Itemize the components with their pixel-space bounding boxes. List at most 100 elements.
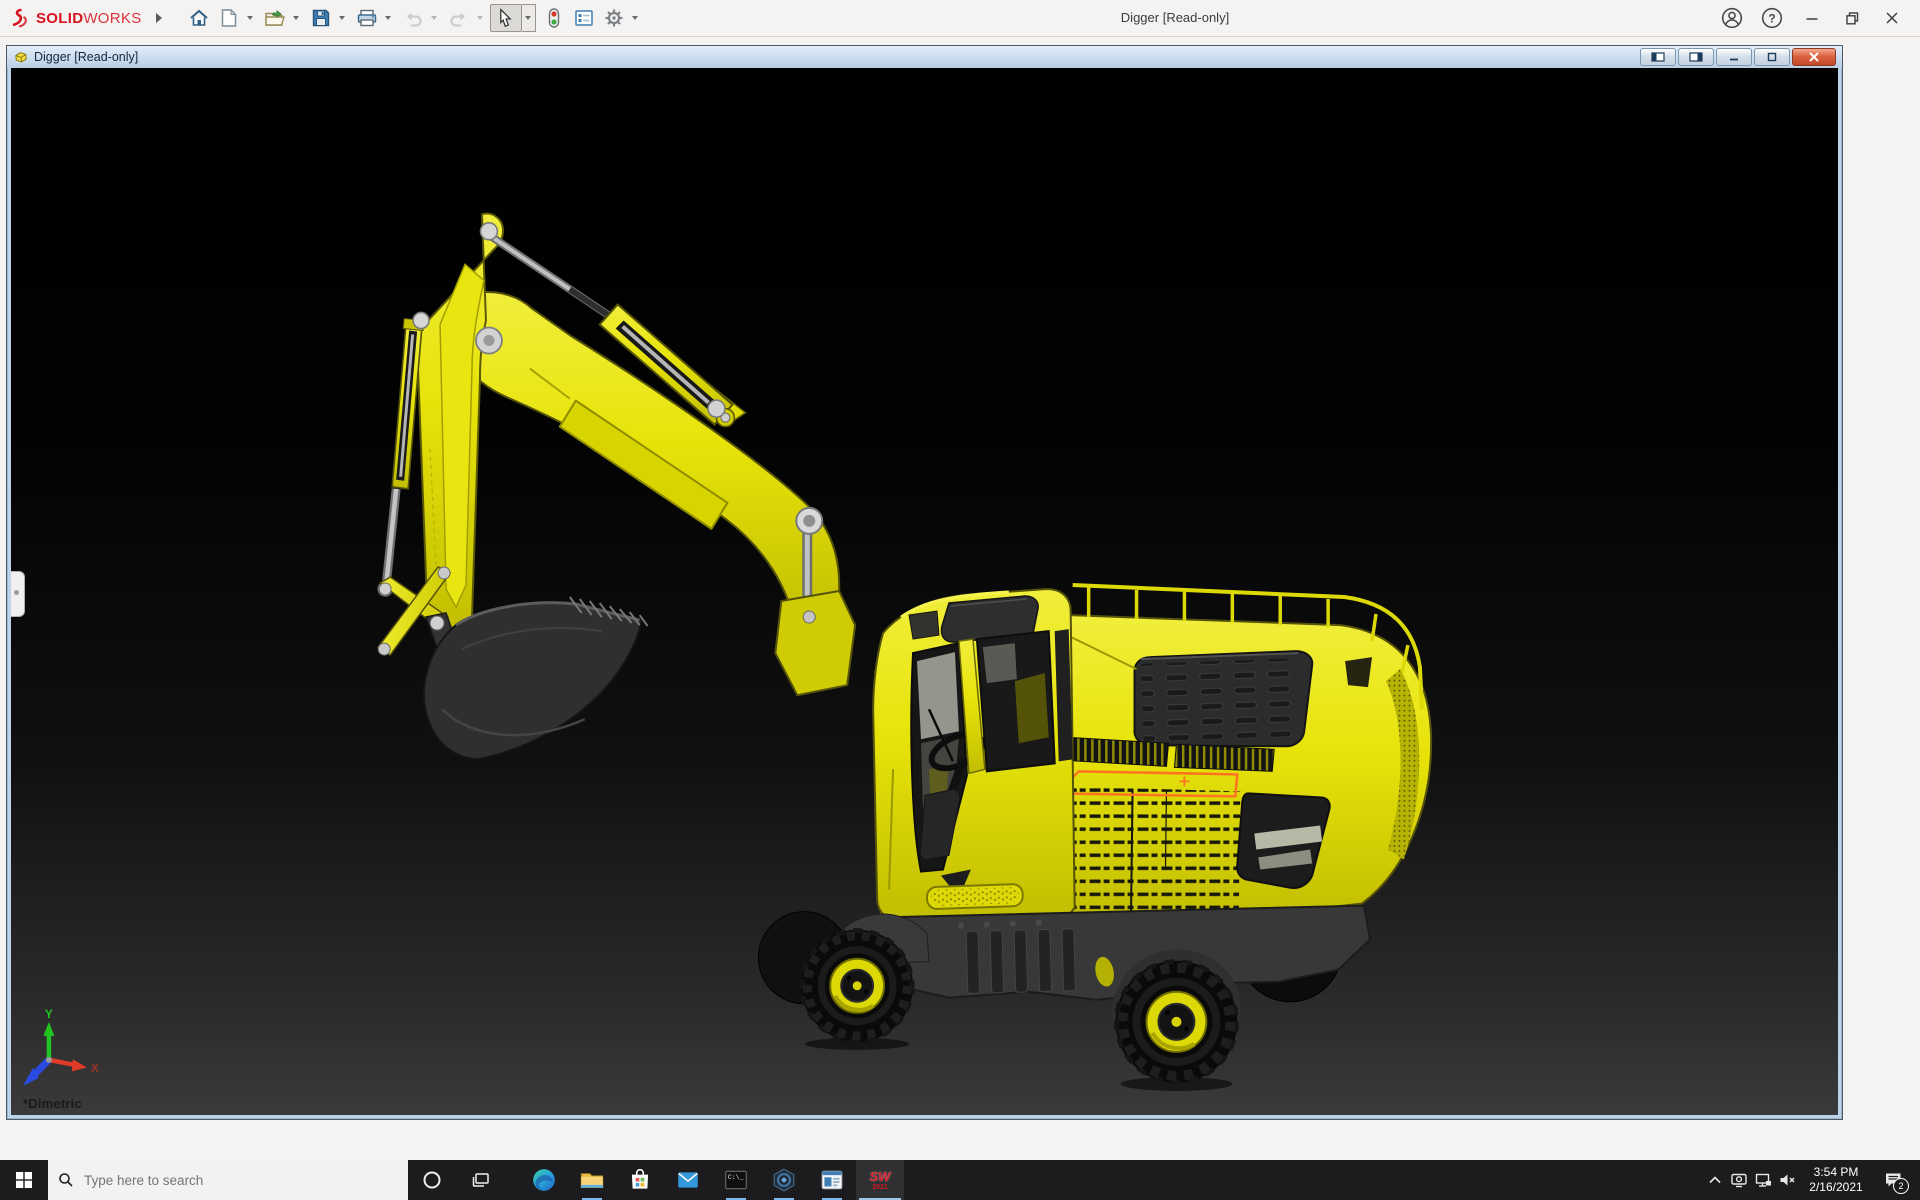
network-icon [1755, 1173, 1772, 1188]
document-titlebar[interactable]: Digger [Read-only] [7, 46, 1842, 68]
solidworks-wordmark: SOLIDWORKS [36, 10, 142, 27]
undo-dropdown[interactable] [428, 4, 441, 32]
graphics-viewport[interactable]: Y X *Dimetric [11, 68, 1838, 1115]
save-button[interactable] [306, 4, 336, 32]
solidworks-logo: SOLIDWORKS [10, 8, 142, 28]
app-title: Digger [Read-only] [1055, 0, 1295, 36]
home-icon [189, 9, 209, 27]
system-tray: 3:54 PM 2/16/2021 2 [1703, 1160, 1920, 1200]
close-icon [1885, 11, 1899, 25]
action-center-button[interactable]: 2 [1873, 1160, 1913, 1200]
search-input[interactable] [82, 1172, 346, 1189]
file-explorer-icon [579, 1167, 605, 1193]
window-app-icon [819, 1167, 845, 1193]
taskbar-app-solidworks[interactable]: SW 2021 [856, 1160, 904, 1200]
rear-wheel[interactable] [1116, 961, 1238, 1091]
mail-icon [675, 1167, 701, 1193]
doc-minimize-button[interactable] [1716, 48, 1752, 66]
command-prompt-icon: C:\_ [723, 1167, 749, 1193]
orientation-triad[interactable]: Y X [23, 1007, 99, 1086]
cortana-icon [422, 1170, 442, 1190]
taskbar-app-solidworks-tool[interactable] [808, 1160, 856, 1200]
boom-dipper[interactable] [417, 214, 503, 636]
doc-restore-button[interactable] [1754, 48, 1790, 66]
print-button[interactable] [352, 4, 382, 32]
taskbar-clock[interactable]: 3:54 PM 2/16/2021 [1799, 1165, 1873, 1195]
doc-close-button[interactable] [1792, 48, 1836, 66]
network-button[interactable] [1751, 1160, 1775, 1200]
taskbar-app-3dexperience[interactable] [760, 1160, 808, 1200]
engine-cover [1134, 651, 1312, 746]
part-document-icon [13, 49, 29, 65]
open-button[interactable] [260, 4, 290, 32]
front-wheel[interactable] [801, 930, 913, 1050]
redo-button[interactable] [444, 4, 474, 32]
print-dropdown[interactable] [382, 4, 395, 32]
cortana-button[interactable] [408, 1160, 456, 1200]
featuremanager-pane-button[interactable] [1640, 48, 1676, 66]
account-button[interactable] [1720, 6, 1744, 30]
select-tool-dropdown[interactable] [522, 4, 536, 32]
taskbar-app-edge[interactable] [520, 1160, 568, 1200]
excavator-model[interactable]: Y X [11, 68, 1838, 1115]
display-pane-button[interactable] [1678, 48, 1714, 66]
taskbar-search[interactable] [48, 1160, 408, 1200]
help-icon: ? [1761, 7, 1783, 29]
open-dropdown[interactable] [290, 4, 303, 32]
doc-close-icon [1808, 52, 1820, 62]
taskbar-app-store[interactable] [616, 1160, 664, 1200]
edge-icon [531, 1167, 557, 1193]
taskbar-app-mail[interactable] [664, 1160, 712, 1200]
windows-start-icon [15, 1171, 33, 1189]
print-icon [357, 9, 377, 27]
solidworks-taskbar-icon: SW 2021 [870, 1170, 891, 1191]
view-orientation-label: *Dimetric [23, 1096, 82, 1111]
save-dropdown[interactable] [336, 4, 349, 32]
tray-chevron-button[interactable] [1703, 1160, 1727, 1200]
document-window-controls [1640, 48, 1836, 66]
minimize-icon [1805, 11, 1819, 25]
bucket-cylinder[interactable] [378, 318, 424, 596]
close-button[interactable] [1880, 6, 1904, 30]
help-button[interactable]: ? [1760, 6, 1784, 30]
options-dropdown[interactable] [629, 4, 642, 32]
new-document-dropdown[interactable] [244, 4, 257, 32]
properties-button[interactable] [569, 4, 599, 32]
pane-right-icon [1689, 52, 1703, 62]
cab[interactable] [873, 589, 1075, 918]
home-button[interactable] [184, 4, 214, 32]
taskbar-app-file-explorer[interactable] [568, 1160, 616, 1200]
start-button[interactable] [0, 1160, 48, 1200]
search-icon [58, 1172, 74, 1188]
volume-button[interactable] [1775, 1160, 1799, 1200]
hexagon-app-icon [771, 1167, 797, 1193]
chassis[interactable] [833, 906, 1370, 1024]
featuremanager-flyout-tab[interactable] [11, 571, 25, 617]
task-view-button[interactable] [456, 1160, 504, 1200]
undo-icon [403, 10, 423, 27]
cab-side-window [977, 631, 1055, 771]
new-document-button[interactable] [214, 4, 244, 32]
select-tool-button[interactable] [490, 4, 522, 32]
options-button[interactable] [599, 4, 629, 32]
redo-dropdown[interactable] [474, 4, 487, 32]
meet-now-button[interactable] [1727, 1160, 1751, 1200]
triad-y-label: Y [45, 1007, 53, 1021]
new-document-icon [221, 9, 237, 27]
svg-text:?: ? [1768, 12, 1775, 26]
display-states-button[interactable] [539, 4, 569, 32]
restore-button[interactable] [1840, 6, 1864, 30]
volume-muted-icon [1779, 1173, 1796, 1187]
task-view-icon [470, 1171, 490, 1189]
properties-list-icon [575, 10, 593, 26]
open-icon [265, 10, 285, 27]
menu-expand-arrow[interactable] [156, 13, 162, 23]
taskbar-app-command-prompt[interactable]: C:\_ [712, 1160, 760, 1200]
document-title: Digger [Read-only] [34, 50, 138, 64]
minimize-button[interactable] [1800, 6, 1824, 30]
windows-taskbar: C:\_ SW 2021 [0, 1160, 1920, 1200]
undo-button[interactable] [398, 4, 428, 32]
solidworks-logo-icon [10, 8, 32, 28]
triad-x-label: X [91, 1061, 99, 1075]
meet-now-icon [1731, 1172, 1748, 1188]
